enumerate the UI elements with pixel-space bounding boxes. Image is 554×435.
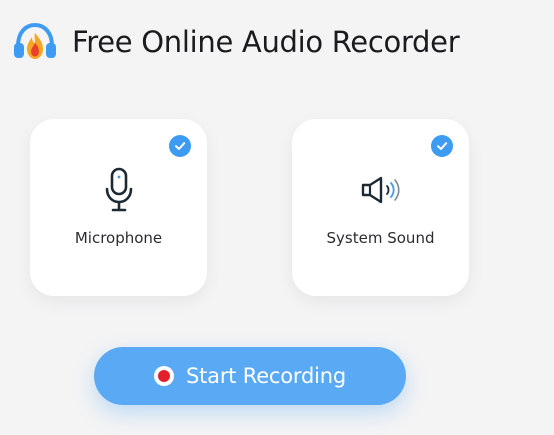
speaker-icon bbox=[361, 176, 400, 204]
checkmark-icon bbox=[169, 135, 191, 157]
start-recording-label: Start Recording bbox=[185, 364, 346, 388]
checkmark-icon bbox=[431, 135, 453, 157]
start-recording-button[interactable]: Start Recording bbox=[94, 347, 406, 405]
microphone-source-card[interactable]: Microphone bbox=[30, 119, 207, 296]
headphones-flame-logo bbox=[14, 22, 56, 59]
microphone-icon bbox=[105, 167, 132, 212]
app-header: Free Online Audio Recorder bbox=[12, 22, 460, 62]
system-sound-source-card[interactable]: System Sound bbox=[292, 119, 469, 296]
microphone-label: Microphone bbox=[74, 229, 163, 247]
page-title: Free Online Audio Recorder bbox=[72, 25, 460, 59]
system-sound-label: System Sound bbox=[326, 229, 435, 247]
record-icon bbox=[153, 366, 174, 386]
